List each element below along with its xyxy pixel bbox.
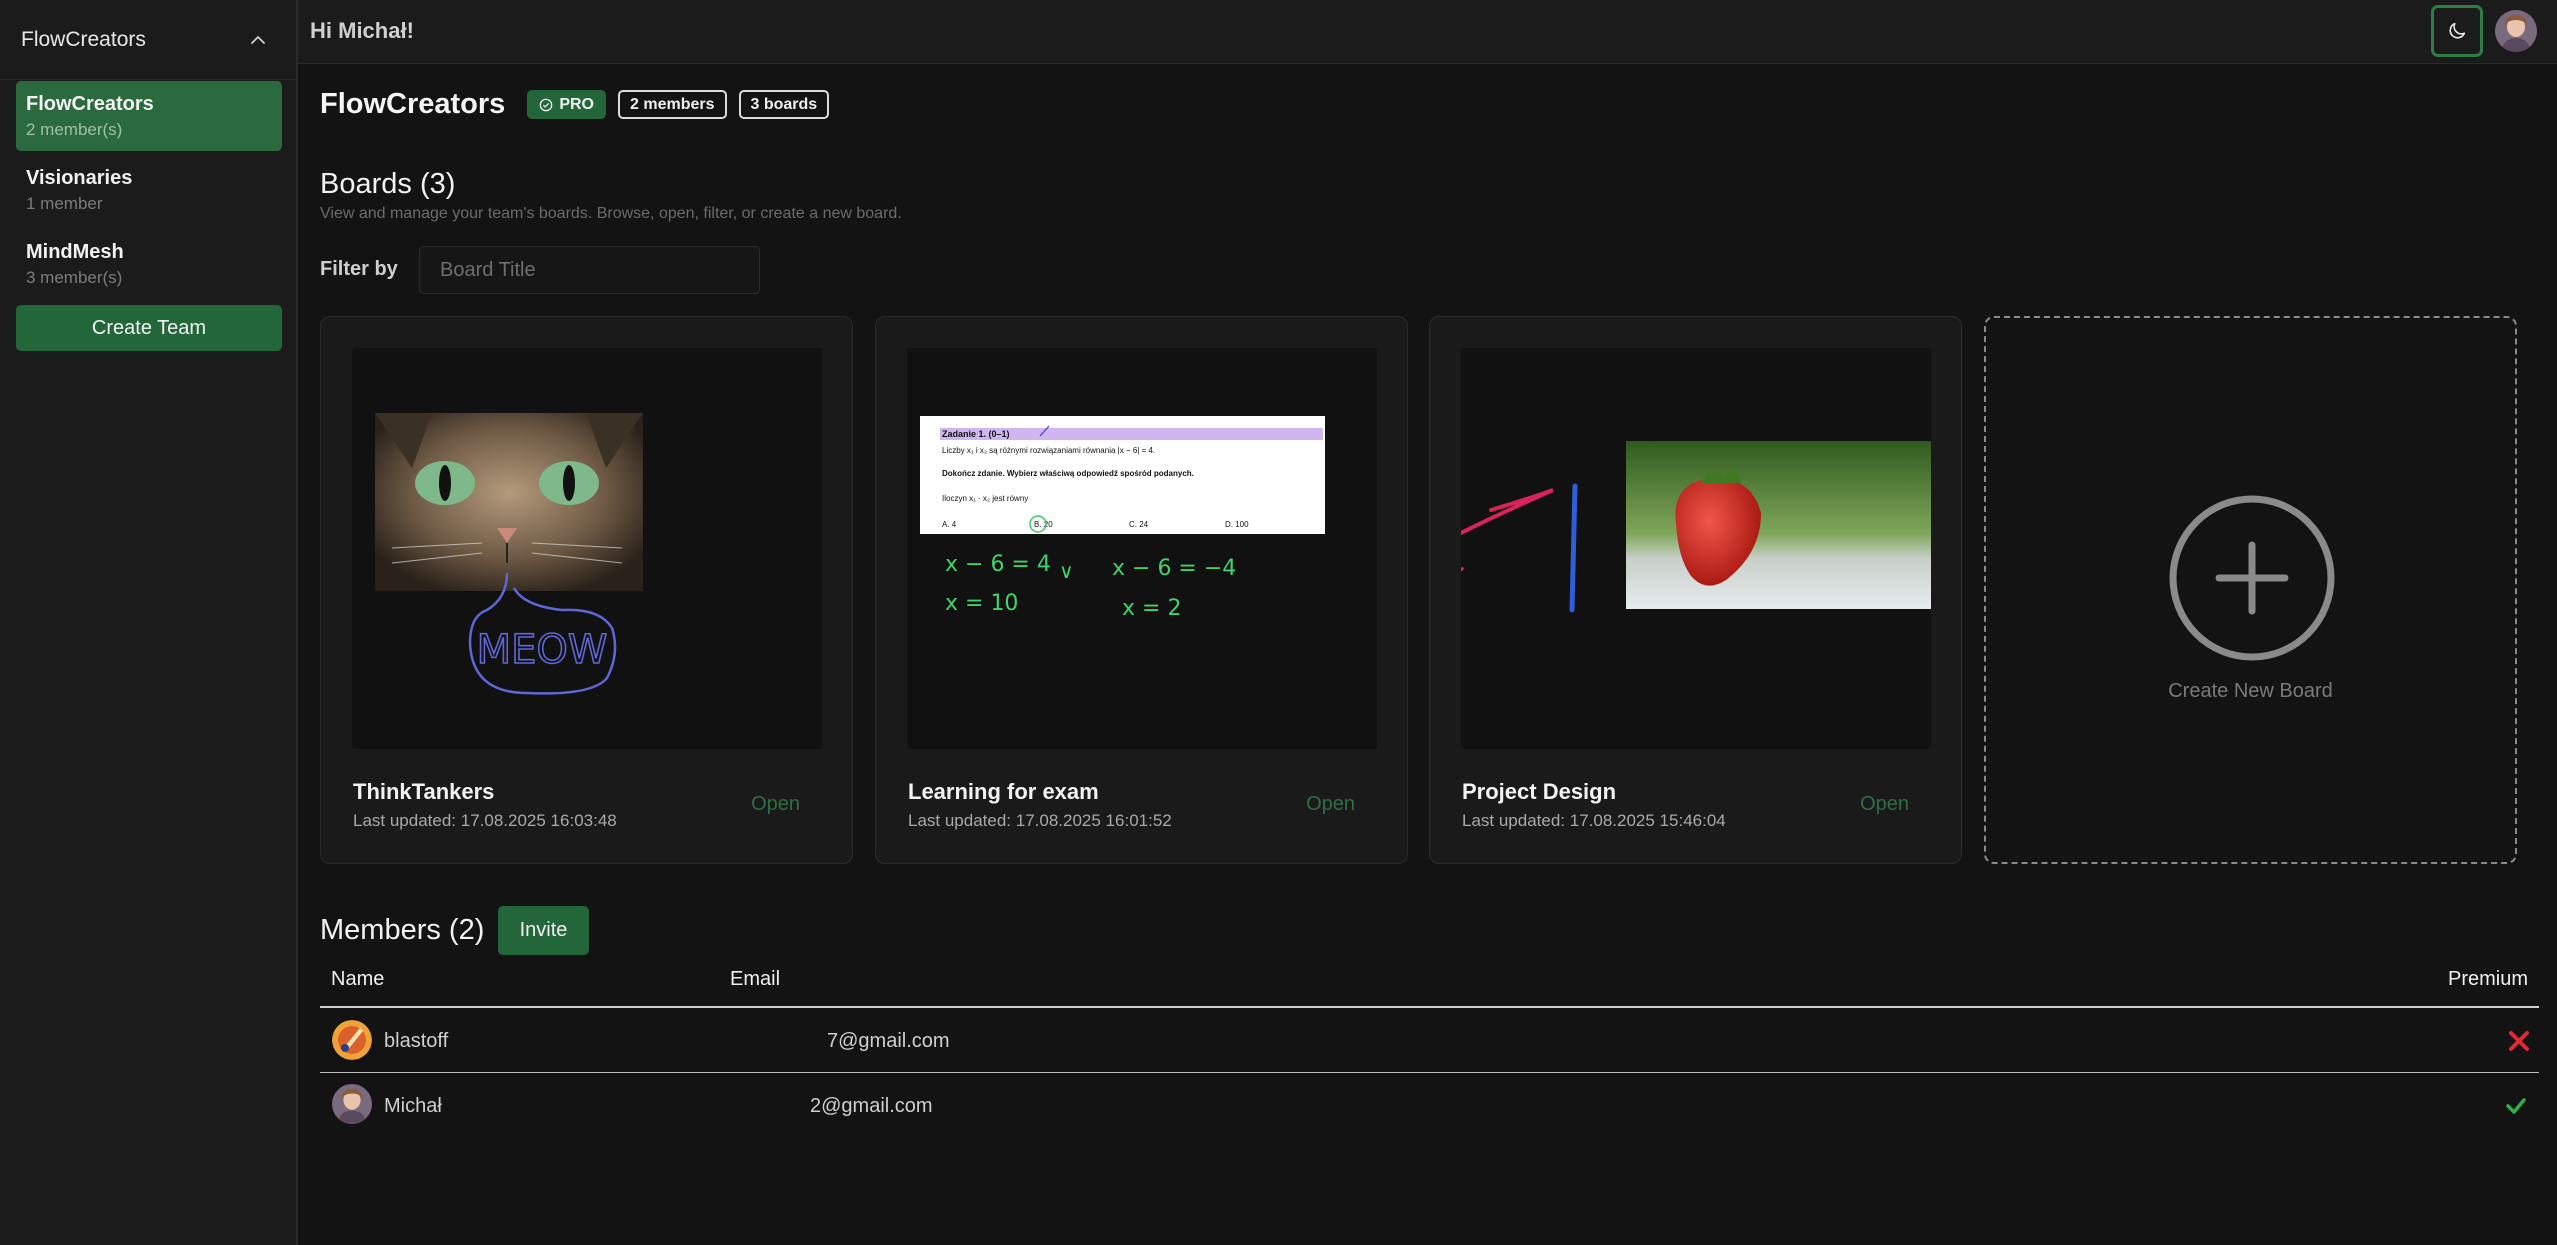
- exam-line-3: Iloczyn x₁ · x₂ jest równy: [942, 494, 1028, 503]
- open-board-button[interactable]: Open: [751, 793, 800, 816]
- exam-option-c: C. 24: [1129, 520, 1149, 529]
- create-new-board-card[interactable]: Create New Board: [1984, 316, 2517, 864]
- chevron-up-icon[interactable]: [246, 28, 270, 52]
- sidebar-team-visionaries[interactable]: Visionaries 1 member: [16, 155, 282, 225]
- avatar: [332, 1020, 372, 1060]
- exam-heading: Zadanie 1. (0–1): [942, 429, 1010, 439]
- board-canvas-preview: Zadanie 1. (0–1) Liczby x₁ i x₂ są różny…: [920, 416, 1325, 621]
- handwritten-line-4: x = 2: [1122, 596, 1181, 621]
- member-name: Michał: [384, 1095, 442, 1117]
- boards-count-badge: 3 boards: [738, 90, 830, 119]
- open-board-button[interactable]: Open: [1306, 793, 1355, 816]
- open-board-button[interactable]: Open: [1860, 793, 1909, 816]
- team-switcher[interactable]: FlowCreators: [0, 0, 296, 80]
- board-thumbnail: MEOW: [352, 348, 822, 749]
- members-count-badge: 2 members: [618, 90, 727, 119]
- board-last-updated: Last updated: 17.08.2025 16:03:48: [353, 811, 617, 830]
- exam-line-1: Liczby x₁ i x₂ są różnymi rozwiązaniami …: [942, 446, 1155, 455]
- team-member-count: 3 member(s): [26, 268, 123, 287]
- strawberry-photo: [1626, 441, 1931, 609]
- team-name: Visionaries: [26, 167, 133, 189]
- member-name: blastoff: [384, 1030, 449, 1052]
- avatar-image: [2495, 10, 2537, 52]
- column-header-premium: Premium: [2447, 968, 2528, 990]
- avatar: [332, 1084, 372, 1124]
- board-card-learning-for-exam[interactable]: Zadanie 1. (0–1) Liczby x₁ i x₂ są różny…: [875, 316, 1408, 864]
- pro-badge: PRO: [527, 90, 606, 119]
- meow-annotation: MEOW: [477, 627, 608, 673]
- pro-badge-label: PRO: [559, 95, 594, 113]
- user-avatar[interactable]: [2495, 10, 2537, 52]
- exam-option-b: B. 20: [1034, 520, 1053, 529]
- invite-button[interactable]: Invite: [498, 906, 589, 955]
- sidebar-team-mindmesh[interactable]: MindMesh 3 member(s): [16, 229, 282, 299]
- greeting: Hi Michał!: [310, 18, 414, 43]
- handwritten-line-3: x − 6 = −4: [1112, 556, 1236, 581]
- board-title-filter-input[interactable]: [419, 246, 760, 294]
- filter-label: Filter by: [320, 258, 398, 280]
- create-team-button[interactable]: Create Team: [16, 305, 282, 351]
- theme-toggle-button[interactable]: [2431, 5, 2483, 57]
- member-email: 7@gmail.com: [827, 1030, 950, 1052]
- column-header-name: Name: [331, 968, 385, 990]
- table-row-divider: [320, 1072, 2539, 1073]
- exam-option-d: D. 100: [1225, 520, 1249, 529]
- avatar-image: [332, 1020, 372, 1060]
- blue-stroke: [1569, 483, 1578, 613]
- member-email: 2@gmail.com: [810, 1095, 933, 1117]
- avatar-image: [332, 1084, 372, 1124]
- board-thumbnail: Zadanie 1. (0–1) Liczby x₁ i x₂ są różny…: [907, 348, 1377, 749]
- handwritten-line-1: x − 6 = 4: [945, 552, 1051, 577]
- check-circle-icon: [540, 98, 553, 111]
- board-name: ThinkTankers: [353, 779, 495, 804]
- board-canvas-preview: MEOW: [375, 413, 643, 695]
- moon-icon: [2449, 22, 2466, 39]
- exam-option-a: A. 4: [942, 520, 957, 529]
- boards-title: Boards (3): [320, 168, 456, 200]
- sidebar-team-flowcreators[interactable]: FlowCreators 2 member(s): [16, 81, 282, 151]
- handwritten-line-2: x = 10: [945, 591, 1018, 616]
- sidebar: FlowCreators FlowCreators 2 member(s) Vi…: [0, 0, 298, 1245]
- table-header-divider: [320, 1006, 2539, 1008]
- close-icon: [2509, 1031, 2529, 1051]
- handwritten-or: ∨: [1059, 559, 1074, 583]
- board-last-updated: Last updated: 17.08.2025 16:01:52: [908, 811, 1172, 830]
- red-stroke: [1461, 488, 1554, 535]
- team-name: MindMesh: [26, 241, 124, 263]
- plus-circle-icon: [2169, 495, 2335, 661]
- team-header: FlowCreators PRO 2 members 3 boards: [320, 88, 841, 121]
- team-switcher-label: FlowCreators: [21, 27, 146, 51]
- board-card-thinktankers[interactable]: MEOW ThinkTankers Last updated: 17.08.20…: [320, 316, 853, 864]
- board-name: Project Design: [1462, 779, 1617, 804]
- page-title: FlowCreators: [320, 88, 506, 120]
- create-new-board-label: Create New Board: [2168, 680, 2333, 702]
- board-last-updated: Last updated: 17.08.2025 15:46:04: [1462, 811, 1726, 830]
- check-icon: [2506, 1098, 2526, 1114]
- team-name: FlowCreators: [26, 93, 154, 115]
- board-thumbnail: [1461, 348, 1931, 749]
- topbar: Hi Michał!: [298, 0, 2557, 64]
- column-header-email: Email: [730, 968, 781, 990]
- exam-line-2: Dokończ zdanie. Wybierz właściwą odpowie…: [942, 469, 1194, 478]
- members-title: Members (2): [320, 914, 485, 946]
- board-card-project-design[interactable]: Project Design Last updated: 17.08.2025 …: [1429, 316, 1962, 864]
- board-name: Learning for exam: [908, 779, 1099, 804]
- team-member-count: 1 member: [26, 194, 103, 213]
- boards-subtitle: View and manage your team's boards. Brow…: [320, 205, 902, 222]
- team-member-count: 2 member(s): [26, 120, 123, 139]
- board-canvas-preview: [1461, 441, 1931, 613]
